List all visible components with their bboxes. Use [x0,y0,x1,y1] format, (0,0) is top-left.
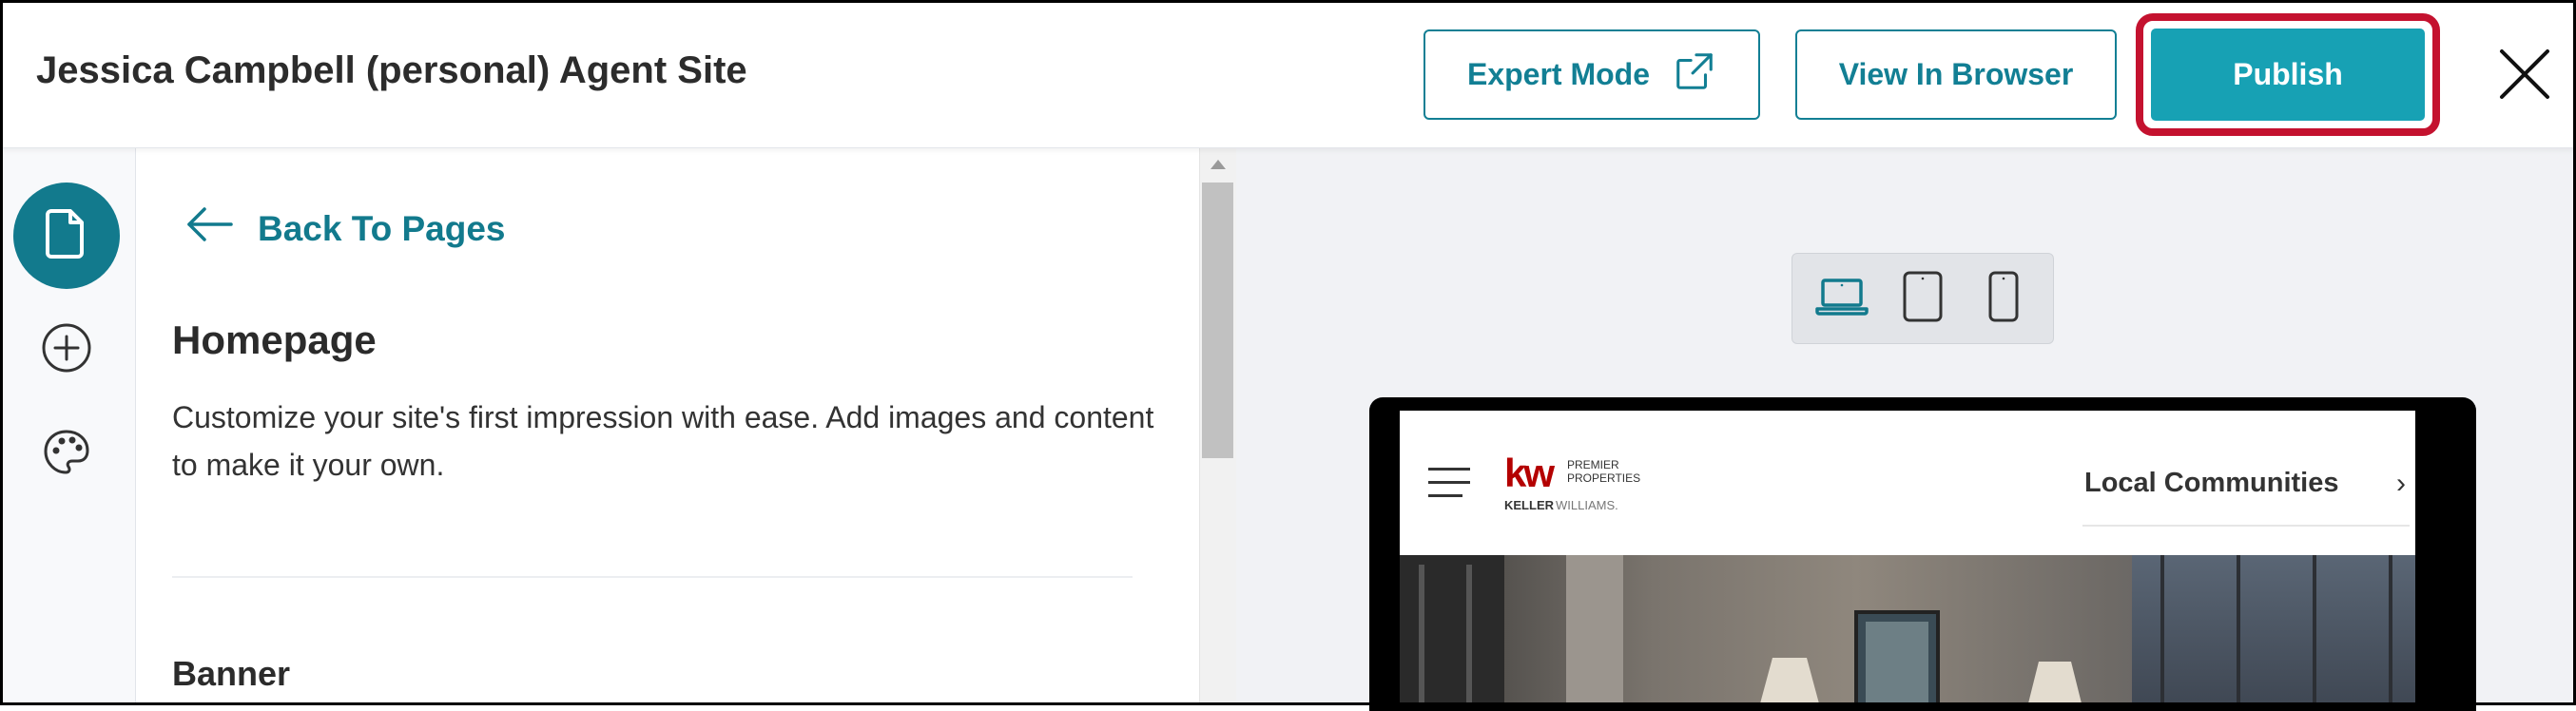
keller-williams-logo[interactable]: kw PREMIER PROPERTIES KELLER WILLIAMS. [1504,451,1666,519]
back-to-pages-label: Back To Pages [258,208,506,248]
laptop-icon [1815,278,1869,320]
back-to-pages-link[interactable]: Back To Pages [185,205,505,252]
logo-brand-b: WILLIAMS. [1556,498,1618,512]
banner-section-title[interactable]: Banner [172,654,290,694]
phone-icon [1987,271,2020,327]
tablet-view-button[interactable] [1889,265,1956,332]
palette-icon [42,428,91,482]
theme-button[interactable] [38,426,95,483]
pages-nav-button[interactable] [13,183,120,289]
expert-mode-label: Expert Mode [1466,57,1651,91]
nav-local-communities[interactable]: Local Communities [2084,468,2339,499]
expert-mode-button[interactable]: Expert Mode [1424,29,1760,120]
logo-brand-a: KELLER [1504,498,1555,512]
hero-banner-image [1400,555,2415,705]
publish-label: Publish [2233,57,2343,91]
section-divider [172,576,1133,578]
add-page-button[interactable] [38,321,95,378]
external-link-icon [1673,49,1716,101]
nav-underline [2082,525,2410,527]
plus-circle-icon [41,322,92,378]
site-preview-screen: kw PREMIER PROPERTIES KELLER WILLIAMS. L… [1400,411,2415,705]
logo-line2: PROPERTIES [1567,471,1640,485]
view-in-browser-button[interactable]: View In Browser [1795,29,2117,120]
arrow-left-icon [185,205,235,252]
page-icon [46,208,87,263]
publish-button[interactable]: Publish [2151,29,2425,121]
desktop-view-button[interactable] [1809,265,1875,332]
site-title: Jessica Campbell (personal) Agent Site [36,49,747,91]
device-toggle [1792,253,2054,344]
scrollbar-thumb[interactable] [1202,183,1233,458]
logo-line1: PREMIER [1567,458,1619,471]
tablet-icon [1902,271,1944,327]
panel-scrollbar[interactable] [1199,148,1236,705]
page-title: Homepage [172,317,377,362]
chevron-right-icon[interactable]: › [2396,468,2406,500]
page-settings-panel: Back To Pages Homepage Customize your si… [136,148,1199,705]
page-description: Customize your site's first impression w… [172,400,1154,482]
logo-mark: kw [1504,452,1555,495]
left-rail [0,148,136,705]
close-icon[interactable] [2498,48,2551,101]
hero-photo [1400,555,2415,705]
mobile-view-button[interactable] [1970,265,2037,332]
view-in-browser-label: View In Browser [1838,57,2074,91]
hamburger-menu-icon[interactable] [1428,466,1470,500]
scroll-up-arrow-icon[interactable] [1211,160,1226,169]
top-header: Jessica Campbell (personal) Agent Site E… [0,0,2576,148]
